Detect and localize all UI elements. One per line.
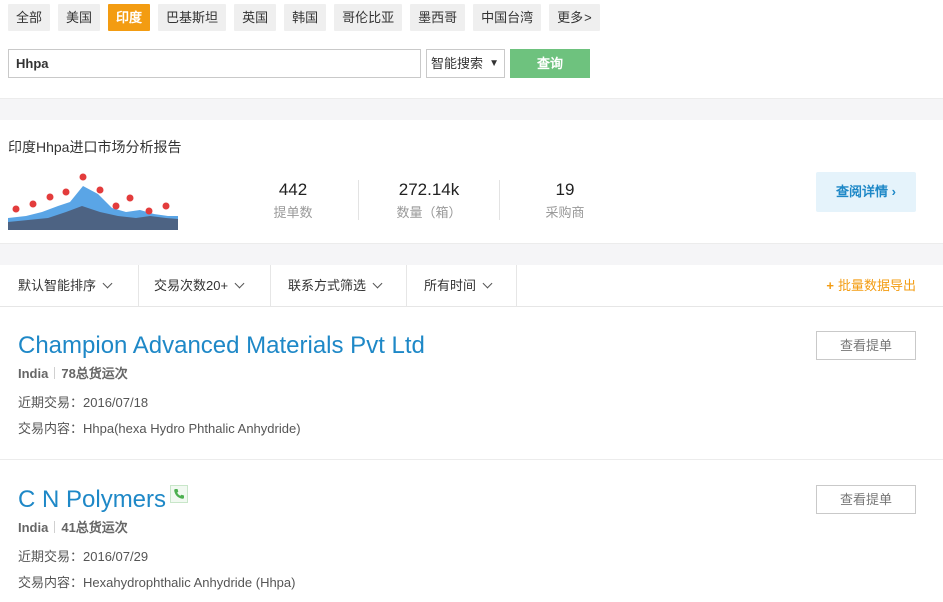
recent-trade-date: 2016/07/29: [83, 549, 149, 564]
chevron-down-icon: [234, 278, 245, 289]
stat-buyers-value: 19: [555, 180, 575, 199]
company-meta: India 78总货运次: [18, 363, 128, 382]
company-name-text: C N Polymers: [18, 486, 167, 513]
view-bills-button[interactable]: 查看提单: [816, 331, 916, 360]
tab-more[interactable]: 更多>: [549, 4, 600, 31]
time-filter-dropdown[interactable]: 所有时间: [414, 265, 517, 306]
dropdown-arrow-icon: ▼: [489, 58, 499, 69]
company-meta: India 41总货运次: [18, 517, 128, 536]
stat-bills-value: 442: [278, 180, 308, 199]
tab-india[interactable]: 印度: [108, 4, 151, 31]
view-bills-button[interactable]: 查看提单: [816, 485, 916, 514]
time-filter-label: 所有时间: [424, 278, 477, 293]
report-title: 印度Hhpa进口市场分析报告: [8, 139, 182, 155]
filter-bar: 默认智能排序 交易次数20+ 联系方式筛选 所有时间 + 批量数据导出: [0, 265, 943, 307]
bulk-export-label: 批量数据导出: [837, 278, 916, 293]
tab-pakistan[interactable]: 巴基斯坦: [158, 4, 227, 31]
shipment-count: 41总货运次: [61, 520, 128, 535]
bulk-export-button[interactable]: + 批量数据导出: [826, 265, 916, 306]
chevron-right-icon: >: [584, 10, 592, 25]
tab-korea[interactable]: 韩国: [284, 4, 327, 31]
trade-content-label: 交易内容：: [18, 575, 84, 590]
search-mode-value: 智能搜索: [431, 56, 484, 71]
tab-usa[interactable]: 美国: [58, 4, 101, 31]
section-divider: [0, 243, 943, 265]
tab-colombia[interactable]: 哥伦比亚: [334, 4, 403, 31]
meta-separator: [54, 367, 56, 379]
stat-quantity-label: 数量（箱）: [396, 205, 462, 220]
recent-trade-row: 近期交易：2016/07/18: [18, 392, 148, 411]
stat-buyers-label: 采购商: [545, 205, 585, 220]
recent-trade-label: 近期交易：: [18, 549, 84, 564]
tab-taiwan[interactable]: 中国台湾: [473, 4, 542, 31]
trade-count-filter-dropdown[interactable]: 交易次数20+: [144, 265, 271, 306]
tab-all[interactable]: 全部: [8, 4, 51, 31]
trade-count-filter-label: 交易次数20+: [154, 278, 229, 293]
contact-filter-label: 联系方式筛选: [288, 278, 367, 293]
company-country: India: [18, 366, 49, 381]
country-tabs: 全部 美国 印度 巴基斯坦 英国 韩国 哥伦比亚 墨西哥 中国台湾 更多>: [8, 4, 600, 31]
stat-bills-label: 提单数: [273, 205, 313, 220]
sort-filter-dropdown[interactable]: 默认智能排序: [8, 265, 139, 306]
trade-content-value: Hexahydrophthalic Anhydride (Hhpa): [83, 575, 296, 590]
market-trend-chart-icon: [8, 173, 178, 230]
view-report-details-button[interactable]: 查阅详情 ›: [816, 172, 916, 212]
stat-buyers: 19 采购商: [495, 180, 635, 221]
recent-trade-label: 近期交易：: [18, 395, 84, 410]
trade-content-row: 交易内容：Hhpa(hexa Hydro Phthalic Anhydride): [18, 418, 301, 437]
company-name-link[interactable]: C N Polymers: [18, 485, 189, 515]
phone-icon[interactable]: [170, 485, 189, 503]
stat-bills: 442 提单数: [223, 180, 363, 221]
stat-quantity: 272.14k 数量（箱）: [359, 180, 499, 221]
chevron-down-icon: [372, 278, 383, 289]
tab-more-label: 更多: [557, 10, 584, 25]
search-mode-select[interactable]: 智能搜索 ▼: [426, 49, 505, 78]
company-country: India: [18, 520, 49, 535]
stat-quantity-value: 272.14k: [398, 180, 460, 199]
chevron-down-icon: [482, 278, 493, 289]
shipment-count: 78总货运次: [61, 366, 128, 381]
tab-mexico[interactable]: 墨西哥: [410, 4, 466, 31]
trade-content-row: 交易内容：Hexahydrophthalic Anhydride (Hhpa): [18, 572, 295, 591]
recent-trade-date: 2016/07/18: [83, 395, 149, 410]
meta-separator: [54, 521, 56, 533]
company-name-link[interactable]: Champion Advanced Materials Pvt Ltd: [18, 331, 425, 361]
contact-filter-dropdown[interactable]: 联系方式筛选: [278, 265, 407, 306]
search-input[interactable]: [8, 49, 421, 78]
sort-filter-label: 默认智能排序: [18, 278, 97, 293]
result-divider: [0, 459, 943, 460]
trade-content-value: Hhpa(hexa Hydro Phthalic Anhydride): [83, 421, 301, 436]
plus-icon: +: [826, 278, 834, 293]
trade-content-label: 交易内容：: [18, 421, 84, 436]
chevron-down-icon: [102, 278, 113, 289]
tab-uk[interactable]: 英国: [234, 4, 277, 31]
search-button[interactable]: 查询: [510, 49, 590, 78]
section-divider: [0, 98, 943, 120]
recent-trade-row: 近期交易：2016/07/29: [18, 546, 148, 565]
